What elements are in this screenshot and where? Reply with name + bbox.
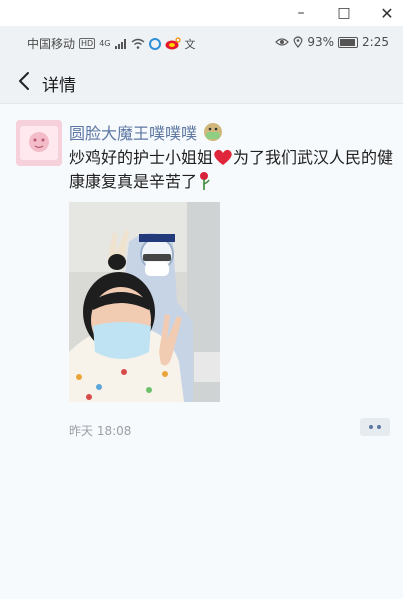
status-bar: 中国移动 HD 4G 文 93% 2:25 [0, 26, 403, 60]
app-icon [148, 37, 161, 50]
post-text-part1: 炒鸡好的护士小姐姐 [69, 148, 214, 167]
close-button[interactable]: ✕ [376, 2, 398, 24]
username-text: 圆脸大魔王噗噗噗 [69, 124, 198, 143]
post-content: 炒鸡好的护士小姐姐 为了我们武汉人民的健康康复真是辛苦了 [69, 146, 394, 194]
battery-percent: 93% [307, 35, 335, 49]
page-title: 详情 [42, 76, 76, 96]
red-heart-emoji-icon [214, 149, 232, 165]
avatar[interactable] [16, 120, 62, 166]
more-actions-button[interactable] [360, 418, 390, 436]
nav-bar: 详情 [0, 60, 403, 104]
maximize-button[interactable]: □ [333, 2, 355, 24]
battery-icon [338, 36, 359, 48]
hd-badge: HD [79, 38, 96, 49]
back-button[interactable] [14, 70, 34, 92]
window-title-bar: – □ ✕ [0, 0, 403, 26]
text-icon: 文 [184, 37, 196, 51]
post-photo[interactable] [69, 202, 220, 402]
chevron-left-icon [19, 72, 29, 90]
signal-icon [114, 38, 126, 49]
battery-level [340, 38, 356, 46]
weibo-icon [165, 37, 181, 50]
carrier-label: 中国移动 [27, 37, 76, 51]
dot-icon [377, 425, 381, 429]
post-username[interactable]: 圆脸大魔王噗噗噗 [69, 120, 224, 144]
minimize-button[interactable]: – [290, 2, 312, 24]
eye-icon [275, 38, 290, 46]
avatar-image [16, 120, 62, 166]
status-bar-right: 93% 2:25 [275, 35, 389, 49]
rose-emoji-icon [200, 172, 210, 190]
photo-image [69, 202, 220, 402]
mask-face-emoji-icon [204, 123, 223, 141]
status-time: 2:25 [362, 35, 389, 49]
dot-icon [369, 425, 373, 429]
status-bar-left: 中国移动 HD 4G 文 [27, 35, 196, 52]
post-timestamp: 昨天 18:08 [69, 424, 132, 438]
network-label: 4G [99, 39, 111, 48]
post-detail: 圆脸大魔王噗噗噗 炒鸡好的护士小姐姐 为了我们武汉人民的健康康复真是辛苦了 昨天… [0, 104, 403, 599]
location-icon [293, 36, 303, 48]
wifi-icon [131, 38, 144, 49]
